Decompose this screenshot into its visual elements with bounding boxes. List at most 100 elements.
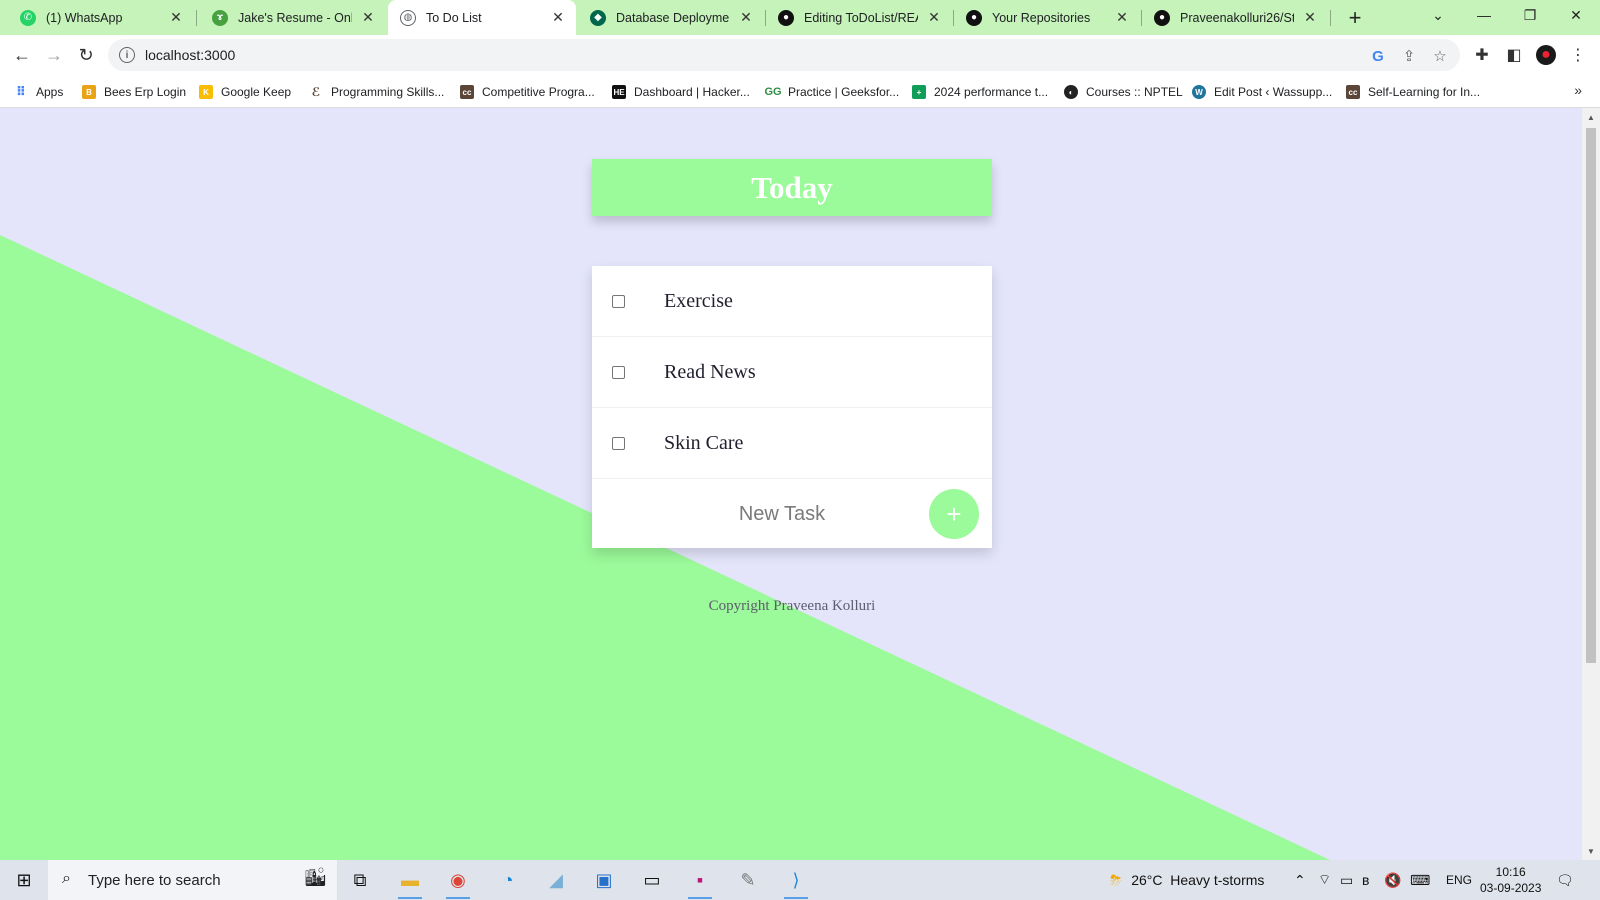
chrome-icon[interactable]: ◉ xyxy=(440,865,476,899)
windows-start-icon[interactable]: ⊞ xyxy=(6,865,42,895)
network-icon[interactable]: ⌔ xyxy=(1318,860,1331,900)
add-task-button[interactable]: + xyxy=(929,489,979,539)
bookmark-performance-sheet[interactable]: + 2024 performance t... xyxy=(912,82,1048,102)
close-icon[interactable]: ✕ xyxy=(1302,9,1318,26)
task-view-icon[interactable]: ⧉ xyxy=(342,865,378,895)
tab-your-repositories[interactable]: ● Your Repositories ✕ xyxy=(954,0,1140,35)
close-icon[interactable]: ✕ xyxy=(738,9,754,26)
battery-icon[interactable]: ▭ xyxy=(1340,860,1353,900)
weather-widget[interactable]: ⛈ 26°C Heavy t-storms xyxy=(1110,860,1264,900)
close-icon[interactable]: ✕ xyxy=(550,9,566,26)
new-task-input[interactable] xyxy=(632,499,932,529)
new-task-row: + xyxy=(592,479,992,548)
bookmark-geeksforgeeks[interactable]: GG Practice | Geeksfor... xyxy=(764,82,899,102)
scrollbar-thumb[interactable] xyxy=(1586,128,1596,663)
mongodb-icon: ◆ xyxy=(590,9,606,26)
tab-todo-list[interactable]: ◍ To Do List ✕ xyxy=(388,0,576,35)
volume-muted-icon[interactable]: 🔇 xyxy=(1384,860,1401,900)
restore-button[interactable]: ❐ xyxy=(1508,0,1552,30)
edge-icon[interactable]: ◔ xyxy=(490,865,526,895)
page-scrollbar[interactable]: ▲ ▼ xyxy=(1582,108,1600,860)
bookmark-nptel[interactable]: ◐ Courses :: NPTEL xyxy=(1064,82,1183,102)
browser-toolbar: ← → ↻ i localhost:3000 G ⇪ ☆ ✚ ◧ ● ⋮ xyxy=(0,35,1600,75)
profile-avatar-icon[interactable]: ● xyxy=(1536,45,1556,65)
close-icon[interactable]: ✕ xyxy=(1114,9,1130,26)
bee-icon: B xyxy=(82,85,96,99)
bookmark-bees-erp[interactable]: B Bees Erp Login xyxy=(82,82,186,102)
bookmark-competitive-programming[interactable]: cc Competitive Progra... xyxy=(460,82,595,102)
bookmark-label: Courses :: NPTEL xyxy=(1086,85,1183,99)
overleaf-icon: ɤ xyxy=(212,9,228,26)
clock-time: 10:16 xyxy=(1495,865,1526,879)
bookmark-self-learning[interactable]: cc Self-Learning for In... xyxy=(1346,82,1480,102)
file-explorer-icon[interactable]: ▬ xyxy=(392,865,428,899)
site-info-icon[interactable]: i xyxy=(119,47,135,63)
scroll-up-arrow-icon[interactable]: ▲ xyxy=(1582,110,1600,124)
forward-button[interactable]: → xyxy=(39,40,69,70)
scroll-down-arrow-icon[interactable]: ▼ xyxy=(1582,844,1600,858)
github-icon: ● xyxy=(778,9,794,26)
footer-copyright: Copyright Praveena Kolluri xyxy=(708,598,876,614)
app-icon[interactable]: ◢ xyxy=(538,865,574,895)
bookmark-wordpress[interactable]: W Edit Post ‹ Wassupp... xyxy=(1192,82,1332,102)
paint-icon[interactable]: ✎ xyxy=(730,865,766,895)
bookmark-label: Programming Skills... xyxy=(331,85,445,99)
gfg-icon: GG xyxy=(764,86,782,98)
bookmark-label: Google Keep xyxy=(221,85,292,99)
codechef-icon: ℰ xyxy=(311,85,321,99)
tab-divider xyxy=(1330,10,1331,26)
task-checkbox[interactable] xyxy=(612,436,625,450)
bookmark-hackerearth-dashboard[interactable]: HE Dashboard | Hacker... xyxy=(612,82,750,102)
bookmark-programming-skills[interactable]: ℰ Programming Skills... xyxy=(309,82,445,102)
terminal-icon[interactable]: ▪ xyxy=(682,865,718,899)
extensions-puzzle-icon[interactable]: ✚ xyxy=(1472,45,1492,65)
side-panel-icon[interactable]: ◧ xyxy=(1504,45,1524,65)
tab-search-icon[interactable]: ⌄ xyxy=(1416,0,1460,30)
keep-icon: K xyxy=(199,85,213,99)
close-window-button[interactable]: ✕ xyxy=(1554,0,1598,30)
close-icon[interactable]: ✕ xyxy=(360,9,376,26)
task-checkbox[interactable] xyxy=(612,294,625,308)
list-item[interactable]: Read News xyxy=(592,337,992,408)
tab-database-deployments[interactable]: ◆ Database Deployments ✕ xyxy=(578,0,764,35)
bookmark-google-keep[interactable]: K Google Keep xyxy=(199,82,291,102)
codechef-cc-icon: cc xyxy=(460,85,474,99)
close-icon[interactable]: ✕ xyxy=(168,9,184,26)
bookmark-star-icon[interactable]: ☆ xyxy=(1431,47,1449,65)
tab-resume[interactable]: ɤ Jake's Resume - Online ✕ xyxy=(200,0,386,35)
url-text[interactable]: localhost:3000 xyxy=(145,47,235,63)
back-button[interactable]: ← xyxy=(7,40,37,70)
minimize-button[interactable]: — xyxy=(1462,0,1506,30)
tab-praveenakolluri-stud[interactable]: ● Praveenakolluri26/Stud ✕ xyxy=(1142,0,1328,35)
clock[interactable]: 10:16 03-09-2023 xyxy=(1480,860,1541,900)
tab-title: Database Deployments xyxy=(616,10,730,25)
task-checkbox[interactable] xyxy=(612,365,625,379)
google-lens-icon[interactable]: G xyxy=(1369,47,1387,65)
address-bar[interactable]: i localhost:3000 G ⇪ ☆ xyxy=(108,39,1460,71)
bluetooth-icon[interactable]: ʙ xyxy=(1362,860,1369,900)
tab-editing-readme[interactable]: ● Editing ToDoList/READI ✕ xyxy=(766,0,952,35)
task-label: Exercise xyxy=(664,289,733,312)
taskbar-search[interactable]: ⌕ Type here to search 🏙 xyxy=(48,860,338,900)
menu-kebab-icon[interactable]: ⋮ xyxy=(1568,45,1588,65)
search-icon: ⌕ xyxy=(62,870,71,887)
show-hidden-icons[interactable]: ⌃ xyxy=(1294,860,1306,900)
bookmark-apps[interactable]: ⠿ Apps xyxy=(14,82,63,102)
notifications-icon[interactable]: 🗨 xyxy=(1556,860,1574,900)
bookmarks-overflow-icon[interactable]: » xyxy=(1574,82,1582,98)
keyboard-icon[interactable]: ⌨ xyxy=(1410,860,1430,900)
globe-icon: ◍ xyxy=(400,9,416,26)
tab-whatsapp[interactable]: ✆ (1) WhatsApp ✕ xyxy=(8,0,194,35)
vscode-icon[interactable]: ⟩ xyxy=(778,865,814,899)
tab-divider xyxy=(196,10,197,26)
list-item[interactable]: Exercise xyxy=(592,266,992,337)
close-icon[interactable]: ✕ xyxy=(926,9,942,26)
share-icon[interactable]: ⇪ xyxy=(1400,47,1418,65)
store-icon[interactable]: ▣ xyxy=(586,865,622,895)
language-indicator[interactable]: ENG xyxy=(1446,860,1472,900)
new-tab-button[interactable]: + xyxy=(1342,5,1368,31)
reload-button[interactable]: ↻ xyxy=(71,40,101,70)
hackerearth-icon: HE xyxy=(612,85,626,99)
command-prompt-icon[interactable]: ▭ xyxy=(634,865,670,895)
list-item[interactable]: Skin Care xyxy=(592,408,992,479)
